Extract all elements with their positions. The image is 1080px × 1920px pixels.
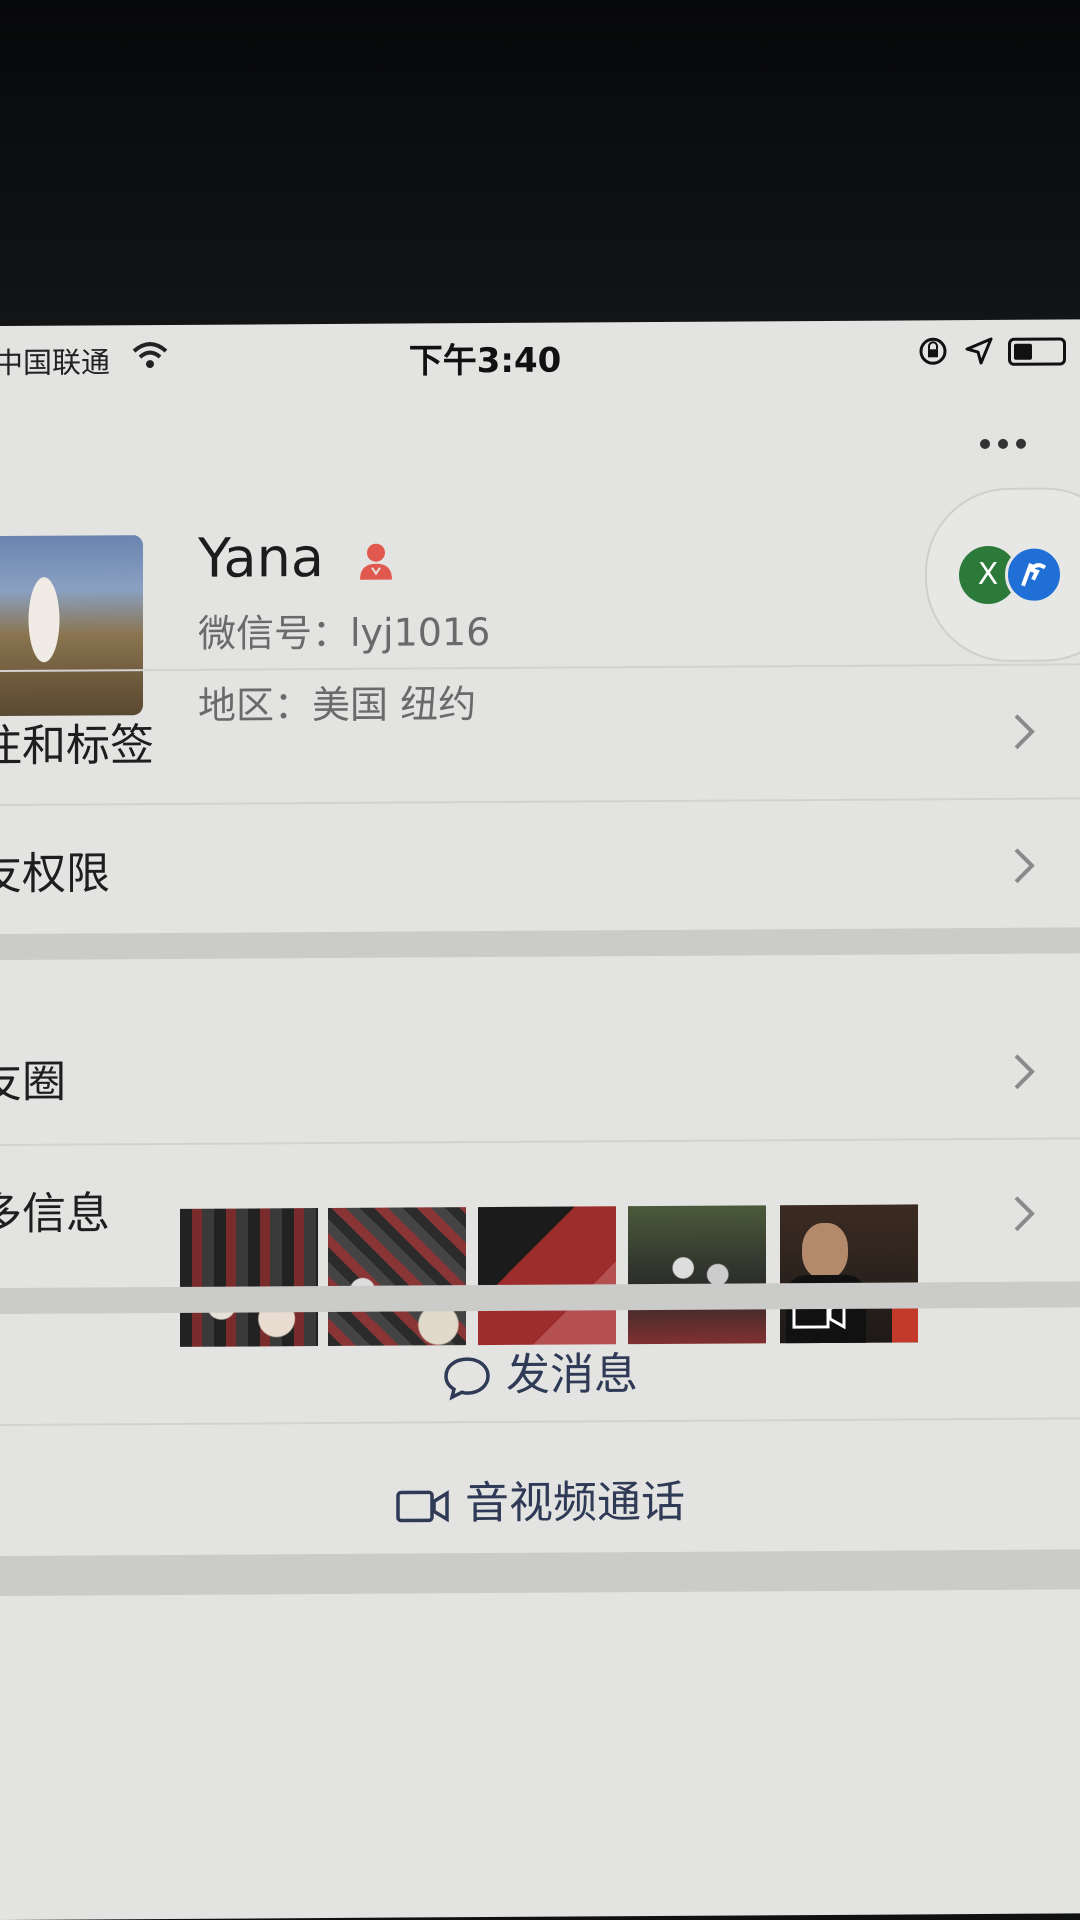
female-gender-icon [360,543,392,580]
battery-icon [1008,337,1066,366]
moments-photo-thumbnail [478,1206,616,1346]
moments-photo-thumbnail [328,1207,466,1346]
video-call-button[interactable]: 音视频通话 [0,1463,1080,1534]
chevron-right-icon [1014,714,1035,750]
divider [0,1137,1080,1146]
wechat-id: 微信号：lyj1016 [198,610,491,656]
more-options-icon[interactable] [980,434,1040,464]
status-time: 下午3:40 [408,340,562,382]
location-arrow-icon [965,337,993,365]
region: 地区：美国 纽约 [198,682,477,728]
section-gap [0,927,1080,960]
divider [0,1417,1080,1426]
row-friend-permissions-label: 友权限 [0,848,110,901]
send-message-button[interactable]: 发消息 [0,1335,1080,1406]
avatar[interactable] [0,535,143,717]
section-gap [0,1281,1080,1314]
section-gap [0,1549,1080,1596]
chevron-right-icon [1014,848,1035,884]
row-moments-label: 友圈 [0,1056,66,1109]
moments-photo-thumbnail [180,1208,318,1347]
device-bezel [0,0,1080,328]
send-message-label: 发消息 [506,1349,638,1401]
chat-bubble-icon [444,1357,490,1401]
rotation-lock-icon [919,337,947,365]
chevron-right-icon [1014,1196,1035,1232]
divider [0,797,1080,806]
moments-video-thumbnail [780,1204,918,1344]
video-call-label: 音视频通话 [465,1476,685,1530]
status-bar: 中国联通 下午3:40 [0,319,1080,392]
row-more-info-label: 多信息 [0,1188,110,1241]
app-logo-icon [1021,563,1047,587]
contact-profile-screen: 中国联通 下午3:40 Yana 微信号：lyj1016 地区：美国 纽约 X [0,319,1080,1920]
chevron-right-icon [1014,1054,1035,1090]
row-remarks-tags-label: 注和标签 [0,720,154,773]
moments-photo-thumbnail [628,1205,766,1345]
video-call-icon [396,1490,449,1523]
contact-name: Yana [198,526,324,590]
floating-window-pill[interactable]: X [925,487,1080,663]
divider [0,663,1080,672]
floating-app-badge-blue[interactable] [1005,545,1063,604]
